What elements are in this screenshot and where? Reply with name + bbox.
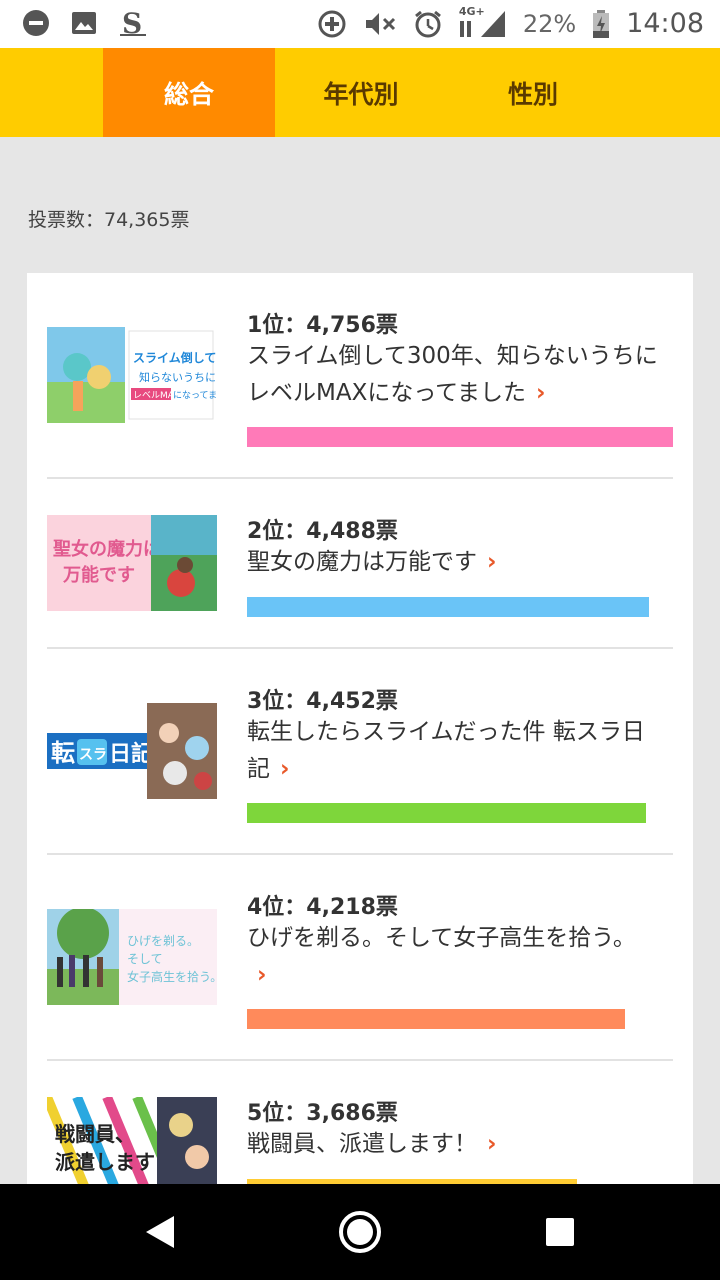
svg-text:になってました: になってました xyxy=(173,390,217,401)
rank-title-2-line-1: 聖女の魔力は万能です xyxy=(247,549,477,575)
tab-overall[interactable]: 総合 xyxy=(103,48,275,137)
rank-votes-4: 4位：4,218票 xyxy=(247,895,398,920)
chevron-right-icon: › xyxy=(487,1131,497,1157)
svg-text:万能です: 万能です xyxy=(62,564,135,586)
ranking-item-4[interactable]: ひげを剃る。 そして 女子高生を拾う。 4位：4,218票 ひげを剃る。そして女… xyxy=(47,855,673,1061)
svg-text:スライム倒して300年: スライム倒して300年 xyxy=(133,350,217,365)
thumbnail-5[interactable]: 戦闘員、 派遣します xyxy=(47,1097,217,1193)
rank-title-3-line-1: 転生したらスライムだった件 転スラ日 xyxy=(247,719,645,745)
svg-text:日記: 日記 xyxy=(109,741,153,767)
system-nav-bar xyxy=(0,1184,720,1280)
rank-title-1-line-2: レベルMAXになってました xyxy=(247,380,527,406)
rank-title-1-line-1: スライム倒して300年、知らないうちに xyxy=(247,343,658,369)
ranking-item-3[interactable]: 転 スラ 日記 3位：4,452票 転生したらスライムだった件 転スラ日 記 › xyxy=(47,649,673,855)
back-icon xyxy=(146,1216,174,1248)
rank-votes-2: 2位：4,488票 xyxy=(247,519,398,544)
svg-text:ひげを剃る。: ひげを剃る。 xyxy=(127,934,199,948)
chevron-right-icon: › xyxy=(487,549,497,575)
chevron-right-icon: › xyxy=(536,380,546,406)
thumbnail-2[interactable]: 聖女の魔力は 万能です xyxy=(47,515,217,611)
total-votes: 投票数：74,365票 xyxy=(28,209,190,231)
rank-votes-5: 5位：3,686票 xyxy=(247,1101,398,1126)
status-bar-right: 4G+ 22% 14:08 xyxy=(317,5,704,39)
rank-title-4-line-1: ひげを剃る。そして女子高生を拾う。 xyxy=(247,925,636,951)
svg-text:女子高生を拾う。: 女子高生を拾う。 xyxy=(127,969,217,984)
ranking-item-1[interactable]: スライム倒して300年 知らないうちに レベルMAX になってました 1位：4,… xyxy=(47,273,673,479)
rank-votes-1: 1位：4,756票 xyxy=(247,313,398,338)
mute-icon xyxy=(365,12,395,35)
svg-text:S: S xyxy=(122,8,142,38)
vote-bar-3 xyxy=(247,803,646,823)
status-bar: S 4G+ 22% 14:08 xyxy=(0,0,720,48)
tab-bar: 総合 年代別 性別 xyxy=(0,48,720,137)
thumbnail-3[interactable]: 転 スラ 日記 xyxy=(47,703,217,799)
svg-text:聖女の魔力は: 聖女の魔力は xyxy=(53,538,161,560)
chevron-right-icon: › xyxy=(280,756,290,782)
home-icon xyxy=(339,1211,381,1253)
image-icon xyxy=(72,12,96,34)
svg-text:戦闘員、: 戦闘員、 xyxy=(55,1122,135,1146)
svg-text:スラ: スラ xyxy=(79,747,107,763)
battery-icon xyxy=(593,9,610,38)
vote-bar-4 xyxy=(247,1009,625,1029)
tab-by-age[interactable]: 年代別 xyxy=(275,48,447,137)
rank-title-3-line-2: 記 xyxy=(247,756,270,782)
rank-title-3[interactable]: 転生したらスライムだった件 転スラ日 記 › xyxy=(247,714,677,788)
thumbnail-1[interactable]: スライム倒して300年 知らないうちに レベルMAX になってました xyxy=(47,327,217,423)
rank-votes-3: 3位：4,452票 xyxy=(247,689,398,714)
rank-title-4[interactable]: ひげを剃る。そして女子高生を拾う。 › xyxy=(247,920,677,994)
vote-bar-2 xyxy=(247,597,649,617)
rank-title-5-line-1: 戦闘員、派遣します！ xyxy=(247,1131,477,1157)
nav-recent-button[interactable] xyxy=(510,1184,610,1280)
status-bar-left: S xyxy=(22,8,148,38)
rank-title-5[interactable]: 戦闘員、派遣します！ › xyxy=(247,1126,677,1163)
recent-apps-icon xyxy=(546,1218,574,1246)
nav-back-button[interactable] xyxy=(110,1184,210,1280)
data-saver-icon xyxy=(318,10,346,37)
clock: 14:08 xyxy=(626,8,704,39)
tab-by-gender[interactable]: 性別 xyxy=(447,48,619,137)
ranking-card: スライム倒して300年 知らないうちに レベルMAX になってました 1位：4,… xyxy=(27,273,693,1193)
alarm-icon xyxy=(414,10,441,37)
nav-home-button[interactable] xyxy=(310,1184,410,1280)
rank-title-1[interactable]: スライム倒して300年、知らないうちに レベルMAXになってました › xyxy=(247,338,677,412)
svg-text:派遣します: 派遣します xyxy=(55,1150,155,1174)
vote-bar-1 xyxy=(247,427,673,447)
chevron-right-icon: › xyxy=(257,962,267,988)
battery-percent: 22% xyxy=(522,9,577,38)
rank-title-2[interactable]: 聖女の魔力は万能です › xyxy=(247,544,677,581)
ranking-item-2[interactable]: 聖女の魔力は 万能です 2位：4,488票 聖女の魔力は万能です › xyxy=(47,479,673,649)
minus-circle-icon xyxy=(23,10,49,36)
svg-text:転: 転 xyxy=(51,739,75,767)
svg-text:そして: そして xyxy=(127,952,163,966)
signal-icon: 4G+ xyxy=(459,5,507,39)
s-logo-icon: S xyxy=(120,8,146,38)
svg-text:知らないうちに: 知らないうちに xyxy=(139,370,216,384)
thumbnail-4[interactable]: ひげを剃る。 そして 女子高生を拾う。 xyxy=(47,909,217,1005)
ranking-item-5[interactable]: 戦闘員、 派遣します 5位：3,686票 戦闘員、派遣します！ › xyxy=(47,1061,673,1193)
